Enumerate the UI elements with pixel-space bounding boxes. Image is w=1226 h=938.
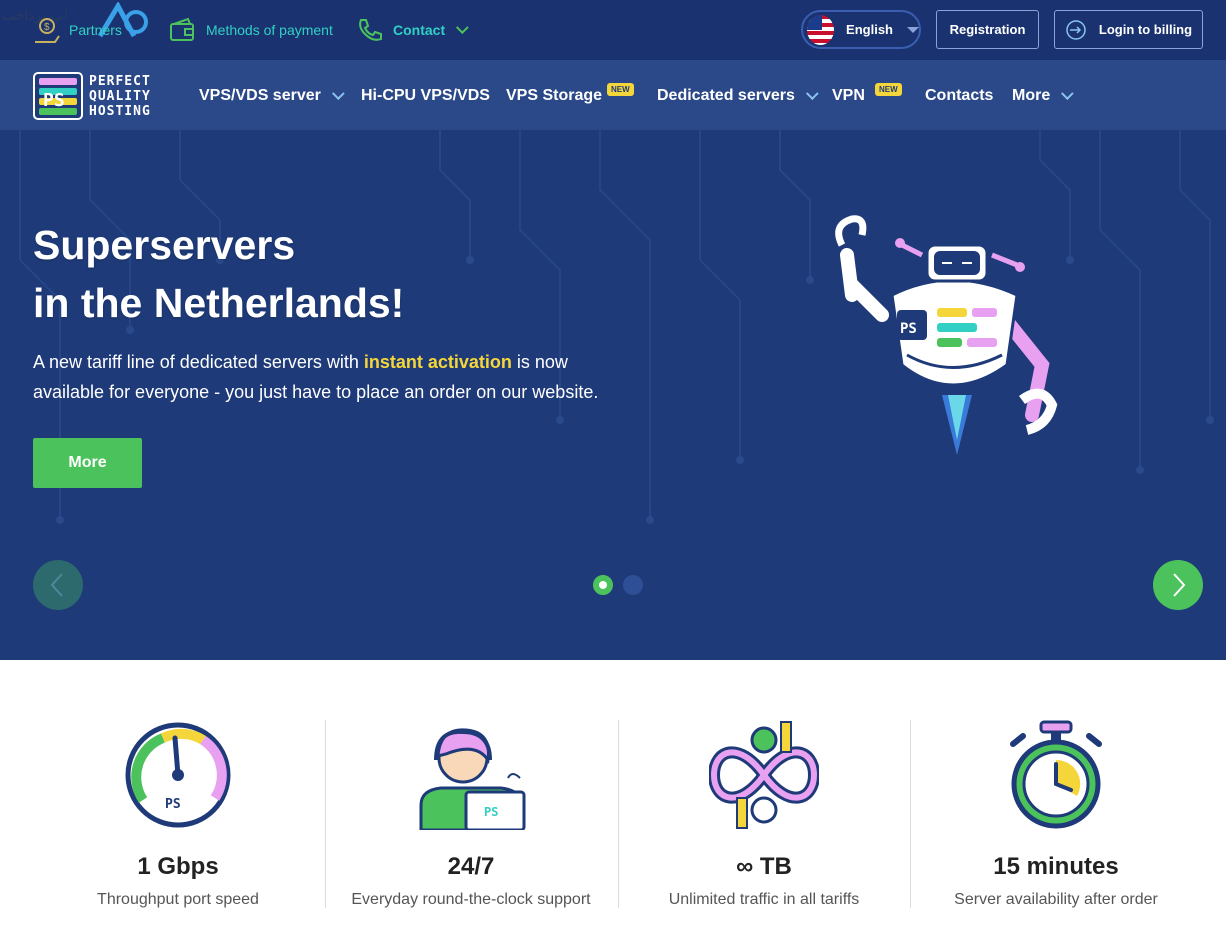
nav-label: VPS/VDS server (199, 87, 321, 104)
nav-label: Dedicated servers (657, 87, 795, 104)
ps-logo-icon: PS (33, 72, 83, 120)
chevron-down-icon (805, 86, 819, 100)
chevron-down-icon (456, 20, 469, 34)
desc-text: A new tariff line of dedicated servers w… (33, 352, 364, 372)
svg-text:PS: PS (165, 797, 181, 812)
language-label: English (846, 22, 893, 37)
chevron-right-icon (1173, 573, 1186, 597)
hero-title-line: in the Netherlands! (33, 280, 405, 326)
registration-button[interactable]: Registration (936, 10, 1039, 49)
feature-value: 15 minutes (993, 853, 1119, 880)
money-hand-icon: $ (35, 18, 60, 43)
support-operator-icon: PS (419, 728, 526, 832)
login-billing-button[interactable]: Login to billing (1054, 10, 1203, 49)
feature-port-speed: PS 1 Gbps Throughput port speed (32, 720, 324, 910)
wallet-icon (170, 17, 194, 41)
chevron-left-icon (50, 573, 63, 597)
us-flag-icon (807, 14, 835, 45)
new-badge: NEW (875, 83, 902, 96)
logo-line: QUALITY (89, 88, 151, 104)
nav-item-vpn[interactable]: VPN (832, 61, 865, 131)
phone-icon (359, 19, 382, 41)
svg-text:$: $ (44, 22, 50, 33)
nav-label: VPS Storage (506, 87, 603, 104)
contact-label: Contact (393, 22, 446, 38)
chevron-down-icon (331, 86, 345, 100)
logo-line: PERFECT (89, 73, 151, 89)
feature-availability: 15 minutes Server availability after ord… (910, 720, 1202, 910)
slider-next-button[interactable] (1153, 560, 1203, 610)
methods-of-payment-label: Methods of payment (206, 22, 333, 38)
feature-label: Everyday round-the-clock support (351, 891, 591, 908)
slider-dot-active[interactable] (593, 575, 613, 595)
partners-link[interactable]: $ Partners (33, 14, 122, 46)
login-icon (1066, 19, 1086, 40)
feature-traffic: ∞ TB Unlimited traffic in all tariffs (618, 720, 910, 910)
svg-text:PS: PS (43, 90, 65, 111)
stopwatch-icon (1010, 720, 1102, 829)
nav-item-vps-vds[interactable]: VPS/VDS server (199, 61, 345, 131)
nav-item-more[interactable]: More (1012, 61, 1074, 131)
top-bar: اپ پرداخت $ Partners Methods of payment … (0, 0, 1226, 60)
methods-of-payment-link[interactable]: Methods of payment (168, 14, 333, 46)
nav-item-hi-cpu[interactable]: Hi-CPU VPS/VDS (361, 61, 490, 131)
robot-illustration: PS (835, 215, 1058, 455)
nav-item-contacts[interactable]: Contacts (925, 61, 993, 131)
feature-label: Unlimited traffic in all tariffs (668, 891, 860, 908)
svg-text:PS: PS (484, 805, 498, 819)
feature-label: Throughput port speed (97, 891, 259, 908)
feature-value: ∞ TB (736, 853, 792, 880)
nav-item-vps-storage[interactable]: VPS Storage (506, 61, 602, 131)
slider-prev-button[interactable] (33, 560, 83, 610)
hero-more-button[interactable]: More (33, 438, 142, 488)
logo-wordmark: PERFECT QUALITY HOSTING (89, 74, 151, 119)
partners-label: Partners (69, 22, 122, 38)
chevron-down-icon (1061, 86, 1074, 100)
nav-label: More (1012, 87, 1051, 104)
nav-label: Contacts (925, 87, 994, 104)
nav-label: Hi-CPU VPS/VDS (361, 87, 490, 104)
contact-dropdown[interactable]: Contact (355, 14, 469, 46)
desc-highlight: instant activation (363, 352, 512, 372)
feature-value: 1 Gbps (137, 853, 219, 880)
nav-item-dedicated-servers[interactable]: Dedicated servers (657, 61, 819, 131)
more-label: More (68, 454, 107, 471)
hero-title-line: Superservers (33, 222, 296, 268)
hero-title: Superservers in the Netherlands! (33, 216, 404, 332)
caret-down-icon (907, 26, 919, 33)
logo-line: HOSTING (89, 103, 151, 119)
login-label: Login to billing (1098, 22, 1193, 37)
main-navbar: VPS/VDS server Hi-CPU VPS/VDS VPS Storag… (0, 60, 1226, 130)
registration-label: Registration (949, 22, 1026, 37)
hero-description: A new tariff line of dedicated servers w… (33, 347, 633, 407)
slider-dot[interactable] (623, 575, 643, 595)
speedometer-icon: PS (125, 722, 231, 828)
infinity-traffic-icon (707, 721, 821, 829)
site-logo[interactable]: PS PERFECT QUALITY HOSTING (33, 72, 178, 120)
feature-value: 24/7 (447, 853, 495, 880)
feature-label: Server availability after order (954, 891, 1158, 908)
feature-support: PS 24/7 Everyday round-the-clock support (325, 720, 617, 910)
language-selector[interactable]: English (801, 10, 921, 49)
svg-text:PS: PS (900, 321, 917, 337)
nav-label: VPN (832, 87, 865, 104)
new-badge: NEW (607, 83, 634, 96)
